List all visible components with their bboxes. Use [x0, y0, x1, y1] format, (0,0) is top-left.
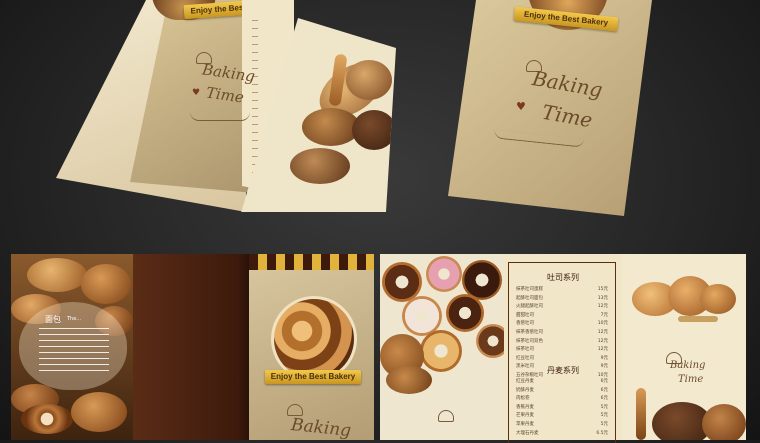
bread-loaf [702, 404, 746, 440]
bread-roll [27, 258, 87, 292]
menu-section2-title: 丹麦系列 [547, 366, 579, 375]
brochure-bottom-right: 吐司系列 抹茶吐司蛋糕 15元 起酥吐司面包 13元 火腿起酥吐司 12元 甜甜吐司 7… [380, 254, 746, 443]
ribbon-bottom-left: Enjoy the Best Bakery [265, 370, 361, 384]
menu-item: 起酥吐司面包 13元 [516, 295, 608, 301]
menu-item: 香蕉丹麦 5元 [516, 404, 608, 410]
bread-roll [71, 392, 127, 432]
bread-loaf [352, 110, 396, 150]
cookie [386, 366, 432, 394]
brochure-top-right: Enjoy the Best Bakery Baking ♥ Time [448, 0, 652, 216]
intro-heading: 面包 [45, 315, 61, 324]
croissant [700, 284, 736, 314]
donut [426, 256, 462, 292]
title-baking-bottom: Baking [290, 414, 353, 440]
awning-stripe [339, 254, 348, 270]
cover-panel-bottom: Enjoy the Best Bakery Baking [249, 254, 374, 440]
bread-loaf [346, 60, 392, 100]
donut [420, 330, 462, 372]
title-time-bottom-right: Time [678, 374, 704, 385]
brochure-bottom-left: 面包 The... Enjoy the Best Bakery Baking [11, 254, 374, 440]
menu-item: 香葱吐司 10元 [516, 321, 608, 327]
awning-stripe [249, 254, 258, 270]
awning-stripe [312, 254, 321, 270]
chef-hat-icon [438, 410, 454, 422]
swiss-roll [21, 404, 73, 434]
menu-item: 红豆吐司 9元 [516, 355, 608, 361]
menu-item: 奶酥丹麦 6元 [516, 387, 608, 393]
donut-cookie-panel [380, 254, 504, 440]
bread-right-panel: Baking Time [622, 254, 746, 440]
menu-item: 红豆丹麦 6元 [516, 379, 608, 384]
menu-item: 抹茶吐司双色 12元 [516, 338, 608, 344]
dark-brown-panel [133, 254, 249, 440]
menu-item: 肉松卷 6元 [516, 396, 608, 402]
menu-item: 火腿起酥吐司 12元 [516, 304, 608, 310]
intro-text-lines [39, 328, 109, 372]
menu-item: 大理石丹麦 6.5元 [516, 430, 608, 436]
menu-item: 抹茶吐司蛋糕 15元 [516, 287, 608, 292]
menu-item: 苹果丹麦 5元 [516, 421, 608, 427]
title-baking-bottom-right: Baking [670, 360, 706, 371]
bread-collage-panel: 面包 The... [11, 254, 133, 440]
brochure-top-left: Enjoy the Best Bake Baking ♥ Time [56, 0, 396, 212]
awning-stripe [348, 254, 357, 270]
awning-stripe [258, 254, 267, 270]
heart-icon: ♥ [192, 88, 201, 98]
awning-stripe [303, 254, 312, 270]
awning-stripe [357, 254, 366, 270]
awning-stripe [267, 254, 276, 270]
awning-stripe [285, 254, 294, 270]
bread-loaf [290, 148, 350, 184]
menu-strip-lines [252, 20, 258, 180]
donut [446, 294, 484, 332]
flourish-ornament [190, 112, 250, 121]
chef-hat-icon [287, 404, 303, 416]
menu-item: 甜甜吐司 7元 [516, 312, 608, 318]
menu-item: 抹茶吐司 12元 [516, 347, 608, 353]
awning-stripe [366, 254, 374, 270]
menu-section2-list: 红豆丹麦 6元 奶酥丹麦 6元 肉松卷 6元 香蕉丹麦 5元 芒果丹麦 5元 苹果丹麦 5元… [516, 378, 608, 438]
menu-panel: 吐司系列 抹茶吐司蛋糕 15元 起酥吐司面包 13元 火腿起酥吐司 12元 甜甜吐司 7… [504, 254, 622, 443]
awning-stripe [321, 254, 330, 270]
menu-section1-title: 吐司系列 [547, 273, 579, 282]
donut [476, 324, 504, 358]
intro-subheading: The... [67, 316, 82, 322]
awning-stripe [330, 254, 339, 270]
wheat-stalks [678, 316, 718, 322]
menu-item: 抹茶香葱吐司 12元 [516, 329, 608, 335]
awning-stripe [276, 254, 285, 270]
heart-icon: ♥ [516, 100, 526, 113]
menu-item: 芒果丹麦 5元 [516, 413, 608, 419]
baguette [636, 388, 646, 440]
bread-roll [81, 264, 131, 304]
awning-stripe [294, 254, 303, 270]
